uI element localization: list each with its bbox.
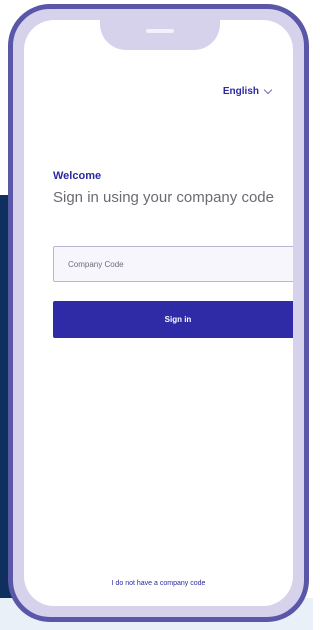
phone-frame: English Welcome Sign in using your compa… xyxy=(8,4,309,622)
language-label: English xyxy=(222,86,259,97)
language-selector[interactable]: English xyxy=(222,85,273,97)
sign-in-button[interactable]: Sign in xyxy=(53,301,293,338)
speaker-grille xyxy=(146,29,174,33)
company-code-input[interactable] xyxy=(53,246,293,282)
no-company-code-link[interactable]: I do not have a company code xyxy=(24,580,293,587)
signin-heading: Sign in using your company code xyxy=(53,189,274,206)
chevron-down-icon xyxy=(263,85,273,94)
welcome-title: Welcome xyxy=(53,170,102,182)
phone-screen: English Welcome Sign in using your compa… xyxy=(24,20,293,606)
phone-notch xyxy=(100,20,220,50)
